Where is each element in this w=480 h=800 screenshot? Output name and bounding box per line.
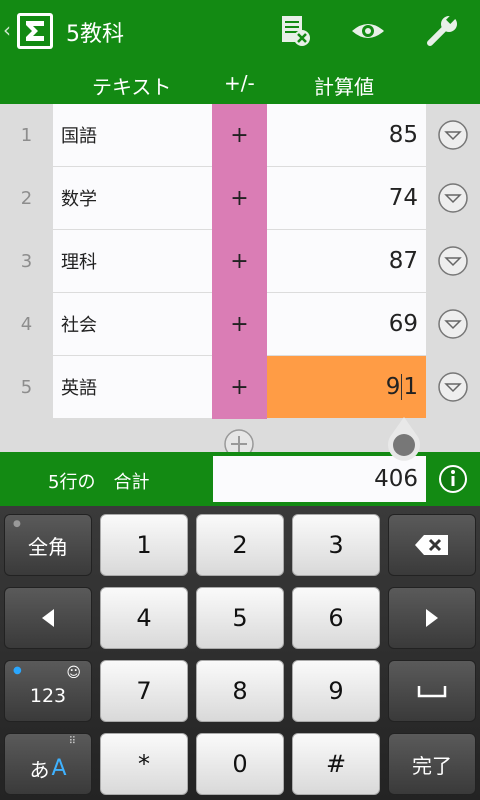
backspace-key[interactable] [388, 514, 476, 576]
value-before-cursor: 9 [385, 374, 401, 400]
calc-table: 1 国語 + 85 2 数学 + 74 3 理科 + 87 4 社会 + 69 … [0, 104, 480, 452]
key-indicator-dot-icon: ● [13, 519, 21, 529]
row-number: 4 [20, 314, 33, 335]
row-text-field[interactable]: 理科 [53, 230, 212, 292]
column-header: テキスト +/- 計算値 [0, 62, 480, 104]
sigma-app-icon[interactable] [16, 12, 54, 50]
key-7[interactable]: 7 [100, 660, 188, 722]
row-value-field[interactable]: 74 [267, 167, 426, 229]
cursor-left-key[interactable] [4, 587, 92, 649]
table-row: 2 数学 + 74 [0, 167, 480, 230]
row-menu-chevron-icon[interactable] [437, 308, 469, 340]
key-hash[interactable]: # [292, 733, 380, 795]
total-label: 5行の 合計 [48, 472, 150, 493]
clear-sheet-icon [282, 16, 310, 46]
row-value-field[interactable]: 69 [267, 293, 426, 355]
column-value-label: 計算値 [314, 75, 374, 99]
grid-dots-icon: ⠿ [68, 736, 76, 747]
eye-icon [352, 24, 384, 38]
table-row: 3 理科 + 87 [0, 230, 480, 293]
row-sign-toggle[interactable]: + [212, 230, 267, 293]
row-number: 1 [20, 125, 33, 146]
row-sign-toggle[interactable]: + [212, 293, 267, 356]
key-6[interactable]: 6 [292, 587, 380, 649]
settings-button[interactable] [422, 12, 462, 50]
cursor-right-key[interactable] [388, 587, 476, 649]
row-number: 5 [20, 377, 33, 398]
key-2[interactable]: 2 [196, 514, 284, 576]
clear-sheet-button[interactable] [275, 12, 315, 50]
num-mode-key[interactable]: ● ☺ 123 [4, 660, 92, 722]
row-menu-chevron-icon[interactable] [437, 371, 469, 403]
row-menu-chevron-icon[interactable] [437, 119, 469, 151]
zenkaku-key-label: 全角 [28, 534, 68, 559]
row-text-field[interactable]: 社会 [53, 293, 212, 355]
zenkaku-key[interactable]: ● 全角 [4, 514, 92, 576]
key-5[interactable]: 5 [196, 587, 284, 649]
space-key[interactable] [388, 660, 476, 722]
row-text-field[interactable]: 国語 [53, 104, 212, 166]
row-value-field[interactable]: 87 [267, 230, 426, 292]
back-chevron-icon[interactable]: ‹ [3, 18, 11, 42]
row-number: 3 [20, 251, 33, 272]
done-key[interactable]: 完了 [388, 733, 476, 795]
key-star[interactable]: * [100, 733, 188, 795]
table-row: 4 社会 + 69 [0, 293, 480, 356]
active-mode-dot-icon: ● [13, 665, 22, 676]
column-text-label: テキスト [92, 75, 172, 99]
column-sign-label: +/- [224, 71, 255, 95]
row-menu-chevron-icon[interactable] [437, 182, 469, 214]
key-0[interactable]: 0 [196, 733, 284, 795]
key-9[interactable]: 9 [292, 660, 380, 722]
value-after-cursor: 1 [403, 374, 418, 400]
table-row: 5 英語 + 91 [0, 356, 480, 419]
row-number: 2 [20, 188, 33, 209]
numeric-keyboard: ● 全角 1 2 3 4 5 6 ● ☺ 123 7 8 9 ⠿ あ A * 0… [0, 506, 480, 800]
key-3[interactable]: 3 [292, 514, 380, 576]
app-bar: ‹ 5教科 [0, 0, 480, 62]
text-cursor [401, 374, 403, 400]
row-text-field[interactable]: 数学 [53, 167, 212, 229]
row-value-field[interactable]: 85 [267, 104, 426, 166]
info-icon[interactable] [437, 463, 469, 495]
kana-mode-label: あ [29, 757, 50, 782]
num-mode-label: 123 [29, 685, 67, 707]
preview-button[interactable] [348, 12, 388, 50]
row-sign-toggle[interactable]: + [212, 104, 267, 167]
text-cursor-handle[interactable] [384, 417, 424, 463]
table-row: 1 国語 + 85 [0, 104, 480, 167]
alpha-mode-label: A [51, 755, 67, 781]
row-text-field[interactable]: 英語 [53, 356, 212, 418]
arrow-left-icon [42, 609, 54, 627]
space-icon [417, 686, 447, 698]
arrow-right-icon [426, 609, 438, 627]
key-4[interactable]: 4 [100, 587, 188, 649]
key-1[interactable]: 1 [100, 514, 188, 576]
row-menu-chevron-icon[interactable] [437, 245, 469, 277]
kana-mode-key[interactable]: ⠿ あ A [4, 733, 92, 795]
row-value-field-active[interactable]: 91 [267, 356, 426, 418]
app-title: 5教科 [66, 22, 124, 47]
key-8[interactable]: 8 [196, 660, 284, 722]
row-sign-toggle[interactable]: + [212, 167, 267, 230]
emoji-icon: ☺ [66, 665, 81, 681]
wrench-icon [427, 14, 457, 46]
backspace-icon [415, 535, 448, 555]
row-sign-toggle[interactable]: + [212, 356, 267, 419]
